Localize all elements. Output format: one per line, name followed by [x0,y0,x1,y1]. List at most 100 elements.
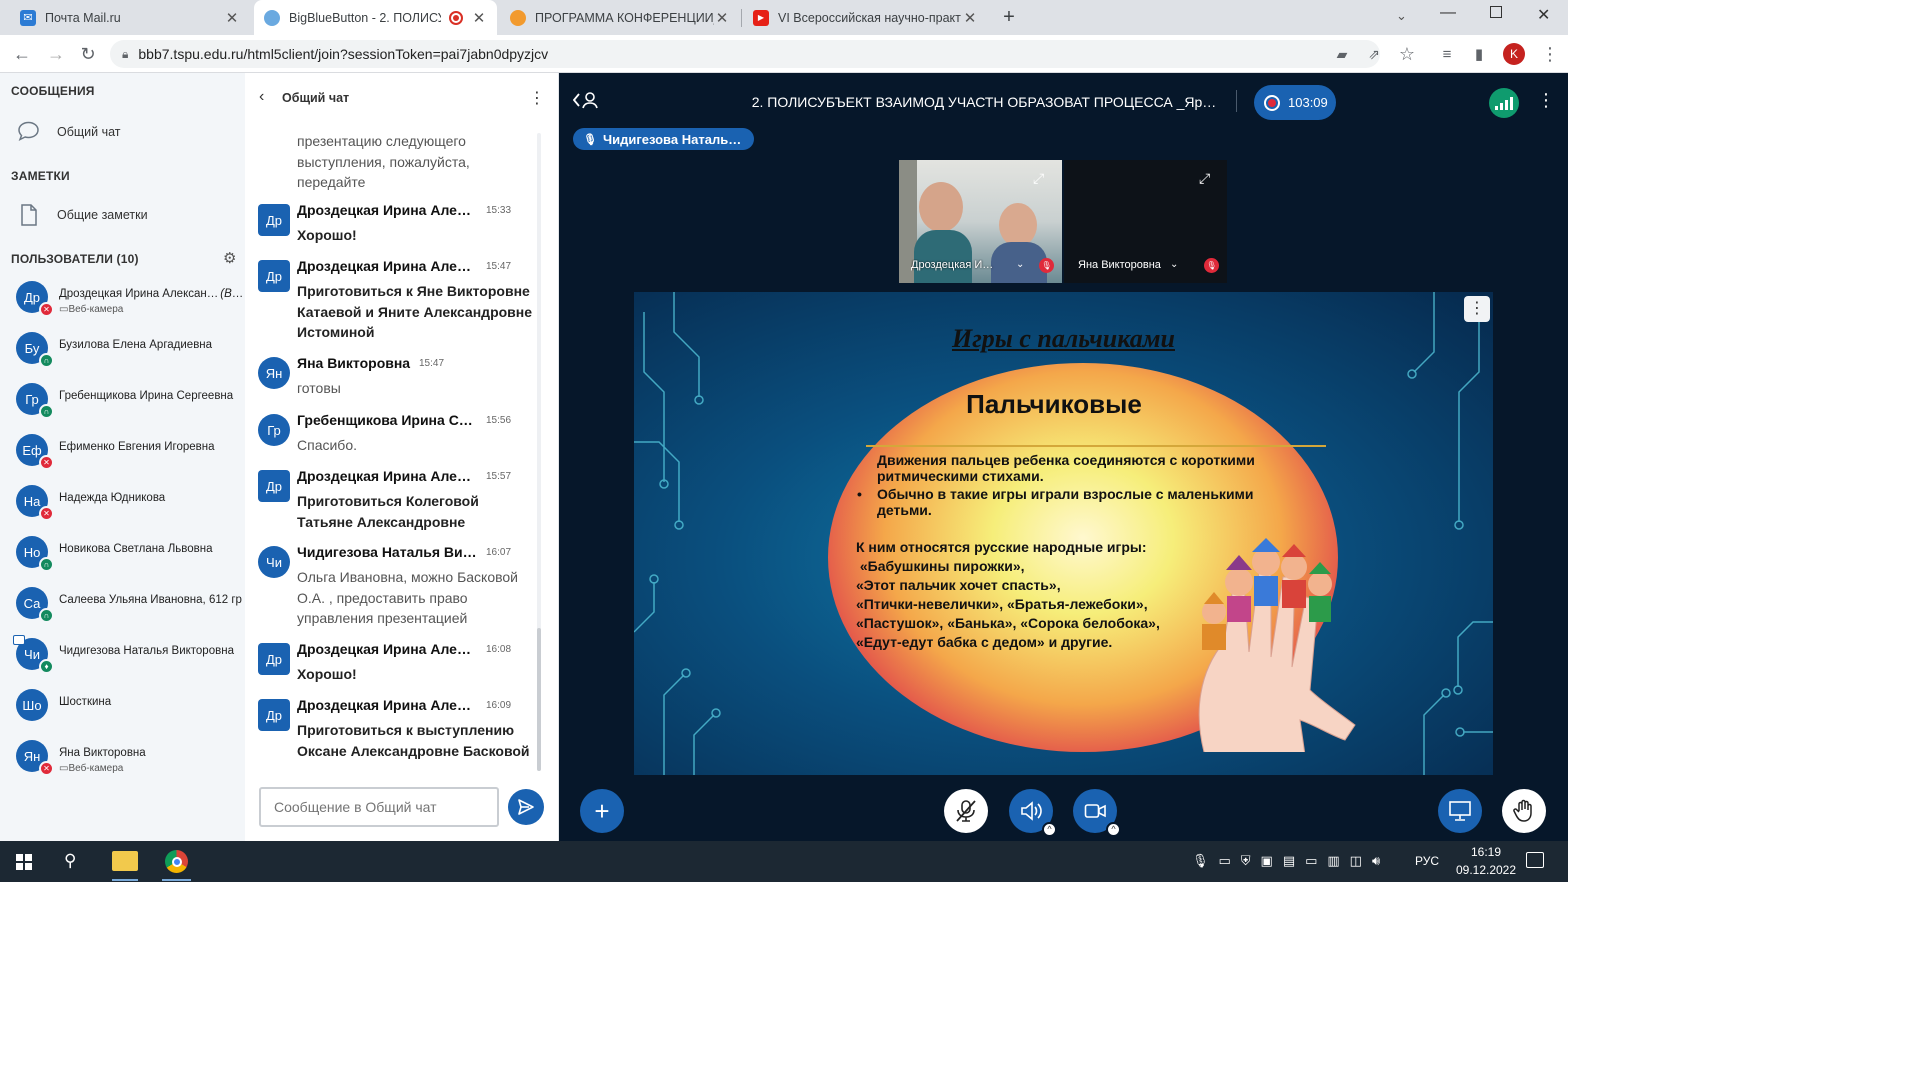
send-button[interactable] [508,789,544,825]
share-icon[interactable]: ⇗ [1362,42,1386,66]
browser-menu-icon[interactable]: ⋮ [1538,42,1562,66]
toggle-userlist-icon[interactable] [572,90,599,113]
user-item[interactable]: На ✕ Надежда Юдникова [16,482,244,522]
chevron-down-icon[interactable]: ⌄ [1170,259,1178,270]
back-icon[interactable]: ← [10,42,34,66]
chat-messages: презентацию следующего выступления, пожа… [245,123,543,773]
chat-options-icon[interactable]: ⋮ [529,88,545,108]
profile-avatar[interactable]: K [1503,43,1525,65]
avatar: Др [258,260,290,292]
url-text: bbb7.tspu.edu.ru/html5client/join?sessio… [138,46,549,62]
user-item[interactable]: Чи ♦ Чидигезова Наталья Викторовна [13,635,244,675]
send-icon [518,799,534,815]
slide-options-icon[interactable]: ⋮ [1464,296,1490,322]
youtube-icon: ▶ [753,9,769,26]
tab-title: BigBlueButton - 2. ПОЛИСУ [289,10,441,25]
reload-icon[interactable]: ↻ [76,42,100,66]
avatar: Др [258,470,290,502]
maximize-icon[interactable] [1490,6,1502,18]
user-name: Гребенщикова Ирина Сергеевна [59,390,234,402]
close-window-icon[interactable]: ✕ [1537,5,1550,25]
presentation-toggle-button[interactable] [1438,789,1482,833]
user-item[interactable]: Ян ✕ Яна Викторовна ▭Веб-камера [16,737,244,777]
tab-title: Почта Mail.ru [45,10,121,25]
audio-button[interactable]: ^ [1009,789,1057,837]
minimize-icon[interactable]: — [1440,4,1456,22]
finger-puppets-illustration [1198,538,1356,752]
close-icon[interactable]: ✕ [962,9,978,27]
user-item[interactable]: Са ∩ Салеева Ульяна Ивановна, 612 гр [16,584,244,624]
webcam-tile[interactable]: ⤢ Яна Викторовна ⌄ 🎙︎ [1064,160,1227,283]
system-tray-icons[interactable]: 🎙︎▭⛨▣▤▭▥◫🔊︎ [1192,853,1390,869]
message-time: 15:56 [486,415,512,426]
notifications-icon[interactable] [1526,852,1544,868]
slide-line: «Птички-невелички», «Братья-лежебоки», [856,596,1148,612]
public-chat-link[interactable]: Общий чат [16,117,121,147]
user-item[interactable]: Но ∩ Новикова Светлана Львовна [16,533,244,573]
user-item[interactable]: Шо Шосткина [16,686,244,726]
camera-icon[interactable]: ▰ [1330,42,1354,66]
scrollbar-thumb[interactable] [537,628,541,771]
actions-plus-button[interactable]: + [580,789,624,833]
message-author: Дроздецкая Ирина Але… [297,641,471,657]
presentation-slide[interactable]: Игры с пальчиками Пальчиковые Движения п… [634,292,1493,775]
fullscreen-icon[interactable]: ⤢ [1033,170,1044,187]
chevron-up-icon[interactable]: ^ [1106,822,1121,837]
document-icon [16,202,42,228]
tab-search-icon[interactable]: ⌄ [1396,8,1407,24]
close-icon[interactable]: ✕ [471,9,487,27]
user-name: Дроздецкая Ирина Алексан… (Вы) [59,288,244,300]
user-item[interactable]: Др ✕ Дроздецкая Ирина Алексан… (Вы) ▭Веб-кам… [16,278,244,318]
windows-start-icon[interactable] [16,854,32,870]
url-bar[interactable]: 🔒︎ bbb7.tspu.edu.ru/html5client/join?ses… [110,40,1380,68]
camera-button[interactable]: ^ [1073,789,1121,837]
slide-games-list: К ним относятся русские народные игры: «… [856,538,1196,652]
options-menu-icon[interactable]: ⋮ [1537,90,1555,111]
user-item[interactable]: Еф ✕ Ефименко Евгения Игоревна [16,431,244,471]
tab-mail[interactable]: ✉ Почта Mail.ru ✕ [10,0,250,35]
chevron-down-icon[interactable]: ⌄ [1016,259,1024,270]
tab-youtube[interactable]: ▶ VI Всероссийская научно-практ ✕ [743,0,988,35]
clock-date[interactable]: 09.12.2022 [1450,863,1522,877]
user-item[interactable]: Бу ∩ Бузилова Елена Аргадиевна [16,329,244,369]
chat-scrollbar[interactable] [537,133,541,771]
chevron-left-icon[interactable]: ‹ [259,88,264,106]
close-icon[interactable]: ✕ [224,9,240,27]
media-icon[interactable]: ≡ [1435,42,1459,66]
users-heading: ПОЛЬЗОВАТЕЛИ (10) [11,252,139,266]
user-name: Новикова Светлана Львовна [59,543,213,555]
bookmark-star-icon[interactable]: ☆ [1395,42,1419,66]
connection-status-icon[interactable] [1489,88,1519,118]
sidepanel-icon[interactable]: ▮ [1467,42,1491,66]
mute-button[interactable] [944,789,988,833]
slide-text: Движения пальцев ребенка соединяются с к… [857,452,1317,518]
fullscreen-icon[interactable]: ⤢ [1199,170,1210,187]
webcam-name: Яна Викторовна [1078,259,1161,271]
search-icon[interactable]: ⚲ [64,851,76,871]
user-item[interactable]: Гр ∩ Гребенщикова Ирина Сергеевна [16,380,244,420]
chrome-icon[interactable] [165,850,188,873]
clock-time[interactable]: 16:19 [1450,845,1522,859]
browser-address-bar: ← → ↻ 🔒︎ bbb7.tspu.edu.ru/html5client/jo… [0,35,1568,73]
message-time: 16:09 [486,700,512,711]
webcam-name: Дроздецкая И… [911,259,994,271]
tab-bigbluebutton[interactable]: BigBlueButton - 2. ПОЛИСУ ✕ [254,0,497,35]
chevron-up-icon[interactable]: ^ [1042,822,1057,837]
language-indicator[interactable]: РУС [1415,854,1439,868]
forward-icon[interactable]: → [44,42,68,66]
message-author: Дроздецкая Ирина Але… [297,258,471,274]
raise-hand-button[interactable] [1502,789,1546,833]
scroll-fade [259,123,541,133]
message-author: Чидигезова Наталья Ви… [297,544,477,560]
shared-notes-link[interactable]: Общие заметки [16,200,148,230]
message-text: Приготовиться к Яне Викторовне Катаевой … [297,283,533,340]
taskbar-indicator [162,879,191,881]
tab-program[interactable]: ПРОГРАММА КОНФЕРЕНЦИИ_С ✕ [500,0,740,35]
chat-message-input[interactable] [259,787,499,827]
recording-button[interactable]: 103:09 [1254,85,1336,120]
gear-icon[interactable]: ⚙ [223,249,236,267]
webcam-tile[interactable]: ⤢ Дроздецкая И… ⌄ 🎙︎ [899,160,1062,283]
close-icon[interactable]: ✕ [714,9,730,27]
new-tab-icon[interactable]: + [998,6,1020,28]
file-explorer-icon[interactable] [112,851,138,871]
